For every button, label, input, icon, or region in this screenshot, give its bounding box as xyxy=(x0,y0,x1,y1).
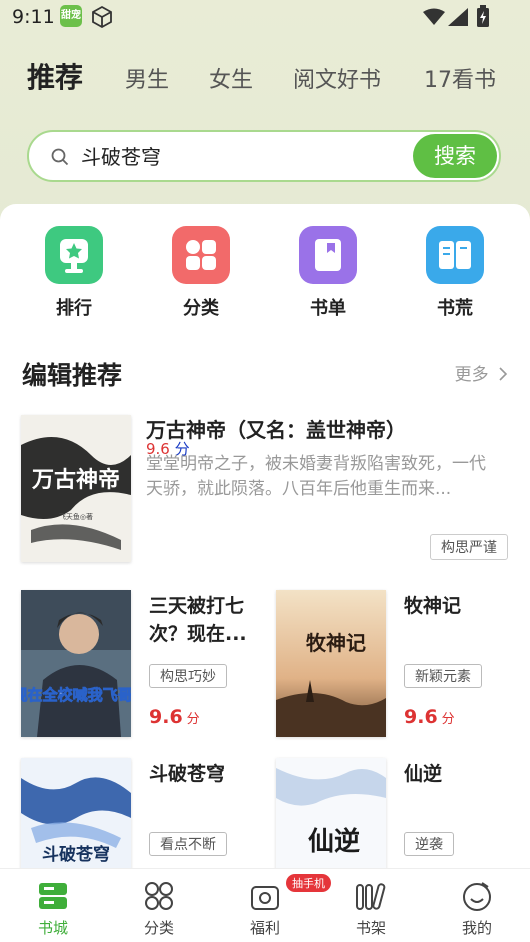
cube-icon xyxy=(92,5,112,29)
book-open-icon xyxy=(426,226,484,284)
app-notification-icon: 甜宠 xyxy=(60,5,82,27)
grid-icon xyxy=(172,226,230,284)
featured-cover-title: 万古神帝 xyxy=(31,467,120,493)
wifi-icon xyxy=(423,8,445,25)
search-bar: 搜索 xyxy=(27,130,501,182)
search-input[interactable] xyxy=(81,143,381,167)
book-cover: 斗破苍穹 xyxy=(21,758,131,884)
quick-rank[interactable]: 排行 xyxy=(34,226,114,320)
bottom-nav: 书城 分类 抽手机 福利 书架 我的 xyxy=(0,868,530,942)
nav-bookshelf[interactable]: 书架 xyxy=(331,879,411,938)
featured-tag: 构思严谨 xyxy=(430,534,508,560)
nav-bookstore[interactable]: 书城 xyxy=(13,879,93,938)
nav-bookstore-label: 书城 xyxy=(37,919,68,937)
book-card[interactable]: 仙逆 仙逆 逆袭 xyxy=(276,758,516,884)
book-title: 牧神记 xyxy=(404,595,462,617)
book-card[interactable]: 牧神记 牧神记 新颖元素 9.6 分 xyxy=(276,590,516,740)
tab-yuewen[interactable]: 阅文好书 xyxy=(293,62,381,94)
book-score-value: 9.6 xyxy=(149,706,183,728)
status-time: 9:11 xyxy=(12,6,55,28)
book-title: 三天被打七次？现在... xyxy=(149,595,247,645)
main-panel: 排行 分类 书单 书荒 编辑推荐 更多 万古神帝 飞天鱼◎著 万古神帝（又名：盖… xyxy=(0,204,530,884)
book-tag: 构思巧妙 xyxy=(149,664,227,688)
search-button[interactable]: 搜索 xyxy=(413,134,497,178)
nav-profile-label: 我的 xyxy=(461,919,492,937)
booklist-icon xyxy=(299,226,357,284)
category-icon xyxy=(142,879,176,913)
featured-description: 堂堂明帝之子，被未婚妻背叛陷害致死，一代天骄，就此陨落。八百年后他重生而来... xyxy=(146,454,486,499)
book-card[interactable]: 现在全校喊我飞哥! 三天被打七次？现在... 构思巧妙 9.6分 xyxy=(21,590,261,740)
book-title: 仙逆 xyxy=(404,763,443,785)
book-title: 斗破苍穹 xyxy=(149,763,226,785)
quick-booklist-label: 书单 xyxy=(310,298,346,319)
book-score-unit: 分 xyxy=(441,712,455,727)
welfare-badge: 抽手机 xyxy=(286,874,331,892)
nav-category[interactable]: 分类 xyxy=(119,879,199,938)
nav-category-label: 分类 xyxy=(143,919,174,937)
more-label: 更多 xyxy=(454,365,489,385)
book-tag: 新颖元素 xyxy=(404,664,482,688)
more-link[interactable]: 更多 xyxy=(455,360,508,385)
book-cover: 现在全校喊我飞哥! xyxy=(21,590,131,737)
featured-cover-author: 飞天鱼◎著 xyxy=(59,512,93,521)
book-cover-text: 牧神记 xyxy=(306,631,366,655)
battery-icon xyxy=(477,5,489,27)
gift-box-icon: 抽手机 xyxy=(248,874,331,913)
tab-17kanshu[interactable]: 17看书 xyxy=(424,62,496,94)
tab-male[interactable]: 男生 xyxy=(125,62,169,94)
bookshelf-icon xyxy=(354,879,388,913)
quick-bookfamine[interactable]: 书荒 xyxy=(415,226,495,320)
book-card[interactable]: 斗破苍穹 斗破苍穹 看点不断 xyxy=(21,758,261,884)
book-cover-text: 现在全校喊我飞哥! xyxy=(21,686,131,704)
quick-bookfamine-label: 书荒 xyxy=(437,298,473,319)
tab-recommend[interactable]: 推荐 xyxy=(27,56,83,96)
section-title: 编辑推荐 xyxy=(22,361,123,390)
profile-icon xyxy=(460,879,494,913)
book-score-value: 9.6 xyxy=(404,706,438,728)
book-cover: 仙逆 xyxy=(276,758,386,884)
bookstore-icon xyxy=(36,879,70,913)
tab-female[interactable]: 女生 xyxy=(209,62,253,94)
book-tag: 逆袭 xyxy=(404,832,454,856)
quick-booklist[interactable]: 书单 xyxy=(288,226,368,320)
book-score-unit: 分 xyxy=(186,712,200,727)
signal-icon xyxy=(448,8,468,26)
book-cover-text: 斗破苍穹 xyxy=(42,844,110,865)
quick-category[interactable]: 分类 xyxy=(161,226,241,320)
category-tabs: 推荐 男生 女生 阅文好书 17看书 xyxy=(0,54,530,102)
status-bar: 9:11 甜宠 xyxy=(0,0,530,36)
nav-bookshelf-label: 书架 xyxy=(355,919,386,937)
trophy-icon xyxy=(45,226,103,284)
nav-profile[interactable]: 我的 xyxy=(437,879,517,938)
book-score: 9.6 分 xyxy=(149,706,200,728)
quick-category-label: 分类 xyxy=(183,298,219,319)
book-cover-text: 仙逆 xyxy=(308,826,360,857)
nav-welfare-label: 福利 xyxy=(249,919,280,937)
search-icon xyxy=(51,148,69,166)
nav-welfare[interactable]: 抽手机 福利 xyxy=(225,874,331,938)
quick-rank-label: 排行 xyxy=(56,298,92,319)
featured-cover[interactable]: 万古神帝 飞天鱼◎著 xyxy=(21,415,131,562)
book-cover: 牧神记 xyxy=(276,590,386,737)
chevron-right-icon xyxy=(499,367,508,381)
book-score: 9.6 分 xyxy=(404,706,455,728)
book-tag: 看点不断 xyxy=(149,832,227,856)
